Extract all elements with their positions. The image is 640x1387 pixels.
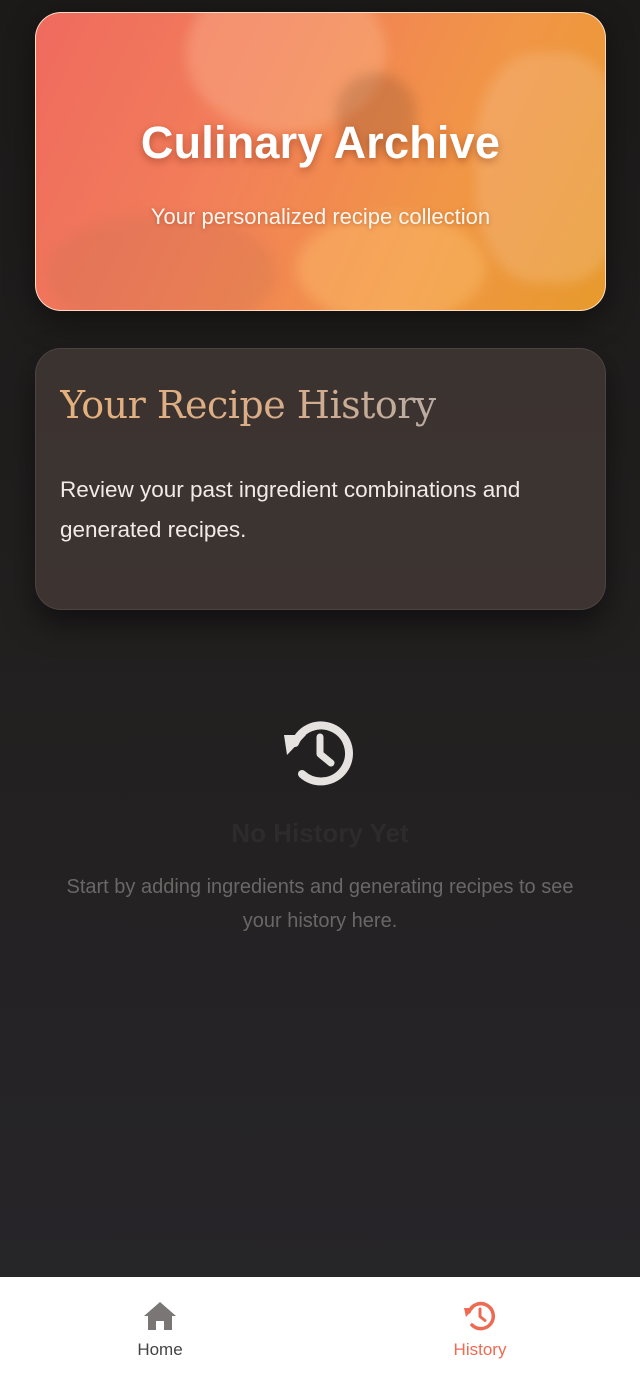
bottom-navigation: Home History [0,1277,640,1387]
nav-item-home[interactable]: Home [0,1277,320,1387]
hero-subtitle: Your personalized recipe collection [150,204,491,229]
history-icon [463,1299,497,1333]
history-icon [282,715,358,791]
empty-state-title: No History Yet [231,818,409,848]
nav-item-history[interactable]: History [320,1277,640,1387]
nav-label-home: Home [137,1340,183,1359]
page-title: Your Recipe History [60,383,436,427]
empty-state-description: Start by adding ingredients and generati… [66,876,574,932]
history-intro-card: Your Recipe History Review your past ing… [35,348,606,610]
nav-label-history: History [453,1340,507,1359]
page-description: Review your past ingredient combinations… [60,477,521,542]
hero-title: Culinary Archive [140,117,501,168]
home-icon [143,1299,177,1333]
hero-banner: Culinary Archive Your personalized recip… [35,12,606,311]
